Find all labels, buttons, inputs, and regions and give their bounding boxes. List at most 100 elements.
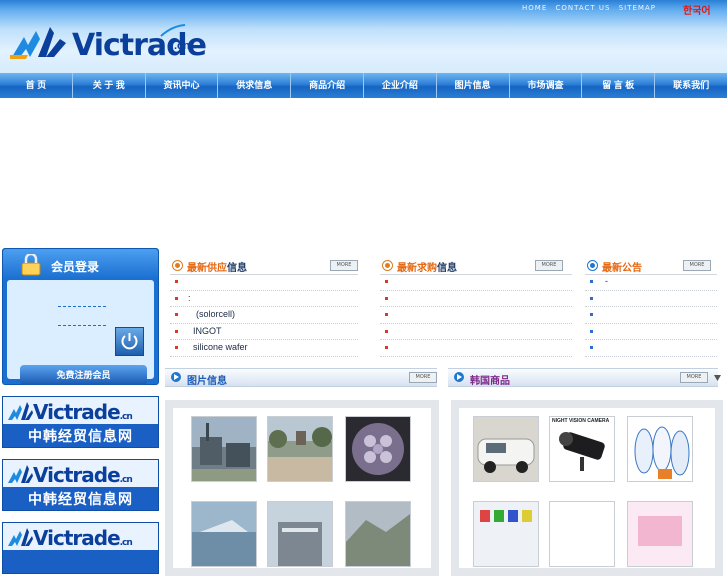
nav-about[interactable]: 关 于 我 — [73, 73, 146, 98]
product-thumbnail[interactable] — [473, 501, 539, 567]
list-item[interactable] — [380, 291, 572, 307]
supply-more-button[interactable]: MORE — [330, 260, 358, 271]
latest-demand-section: 最新求购信息 MORE — [380, 256, 572, 357]
bullet-icon — [385, 280, 388, 283]
bullet-icon — [385, 313, 388, 316]
bullet-icon — [590, 329, 593, 333]
nav-market-survey[interactable]: 市场调查 — [510, 73, 583, 98]
logo-suffix: .cn — [174, 40, 190, 52]
bullet-icon — [175, 313, 178, 316]
banner-subtitle: 中韩经贸信息网 — [28, 491, 133, 507]
list-item[interactable]: - — [585, 274, 717, 291]
bullet-icon — [590, 346, 593, 349]
nav-guestbook[interactable]: 留 言 板 — [582, 73, 656, 98]
bullet-icon — [382, 260, 393, 271]
photo-info-bar: 图片信息 MORE — [165, 368, 437, 387]
korean-language-link[interactable]: 한국어 — [683, 2, 711, 17]
supply-header: 最新供应信息 MORE — [170, 256, 358, 275]
photo-more-button[interactable]: MORE — [409, 372, 437, 383]
sidebar-banner-2[interactable]: Victrade.cn 中韩经贸信息网 — [2, 459, 159, 511]
photo-thumbnail[interactable] — [267, 416, 333, 482]
toys-photo — [474, 502, 538, 566]
bullet-icon — [590, 280, 593, 283]
photo-thumbnail[interactable] — [345, 501, 411, 567]
banner-logo-text: Victrade.cn — [33, 526, 133, 550]
bullet-icon — [175, 280, 178, 283]
factory-photo — [192, 417, 256, 481]
product-thumbnail[interactable] — [627, 501, 693, 567]
play-icon — [454, 372, 464, 382]
photo-thumbnail[interactable] — [191, 501, 257, 567]
photo-thumbnail[interactable] — [345, 416, 411, 482]
bullet-icon — [590, 296, 593, 300]
bullet-icon — [385, 346, 388, 349]
sidebar-banner-3[interactable]: Victrade.cn — [2, 522, 159, 574]
list-item[interactable] — [380, 274, 572, 291]
banner-logo-icon — [8, 465, 33, 483]
member-login-box: 会员登录 免费注册会员 — [2, 248, 159, 385]
product-thumbnail[interactable] — [549, 501, 615, 567]
list-item[interactable] — [585, 324, 717, 340]
photo-thumbnail[interactable] — [191, 416, 257, 482]
wall-photo — [346, 502, 410, 566]
bullet-icon — [175, 346, 178, 349]
nav-contact[interactable]: 联系我们 — [655, 73, 727, 98]
list-item[interactable]: : — [170, 291, 358, 307]
nav-companies[interactable]: 企业介绍 — [364, 73, 437, 98]
sitemap-link[interactable]: SITEMAP — [619, 4, 656, 12]
demand-title: 最新求购信息 — [397, 263, 457, 274]
nav-supply-demand[interactable]: 供求信息 — [218, 73, 292, 98]
username-input[interactable] — [58, 306, 106, 307]
main-nav: 首 页 关 于 我 资讯中心 供求信息 商品介绍 企业介绍 图片信息 市场调查 … — [0, 73, 727, 98]
home-link[interactable]: HOME — [522, 4, 547, 12]
list-item[interactable]: INGOT — [170, 324, 358, 340]
banner-logo-icon — [8, 528, 33, 546]
list-item[interactable] — [380, 340, 572, 357]
building-photo — [268, 502, 332, 566]
notice-more-button[interactable]: MORE — [683, 260, 711, 271]
contact-link[interactable]: CONTACT US — [555, 4, 610, 12]
list-item[interactable] — [585, 340, 717, 357]
product-thumbnail[interactable] — [627, 416, 693, 482]
logo-swoosh — [160, 24, 186, 37]
lock-icon — [21, 254, 41, 276]
banner-logo-text: Victrade.cn — [33, 400, 133, 424]
list-item[interactable] — [585, 307, 717, 324]
play-icon — [171, 372, 181, 382]
scroll-down-icon[interactable] — [713, 373, 722, 382]
korean-products-title: 韩国商品 — [470, 376, 510, 387]
register-button[interactable]: 免费注册会员 — [20, 365, 147, 385]
list-item[interactable] — [585, 291, 717, 307]
list-item[interactable] — [380, 324, 572, 340]
nav-news[interactable]: 资讯中心 — [146, 73, 219, 98]
photo-thumbnail[interactable] — [267, 501, 333, 567]
harbor-photo — [192, 502, 256, 566]
product-thumbnail[interactable]: NIGHT VISION CAMERA — [549, 416, 615, 482]
bullet-icon — [587, 260, 598, 271]
nav-products[interactable]: 商品介绍 — [291, 73, 364, 98]
demand-more-button[interactable]: MORE — [535, 260, 563, 271]
product-thumbnail[interactable] — [473, 416, 539, 482]
bullet-icon — [590, 313, 593, 316]
list-item[interactable] — [380, 307, 572, 324]
korea-more-button[interactable]: MORE — [680, 372, 708, 383]
banner-subtitle: 中韩经贸信息网 — [28, 428, 133, 444]
list-item[interactable]: silicone wafer — [170, 340, 358, 357]
site-header: HOME CONTACT US SITEMAP 한국어 Victrade .cn — [0, 0, 727, 73]
bullet-icon — [175, 329, 178, 333]
login-button[interactable] — [115, 327, 144, 356]
wafer-photo — [346, 417, 410, 481]
camera-caption: NIGHT VISION CAMERA — [552, 418, 610, 424]
slippers-photo — [628, 417, 692, 481]
banner-logo-text: Victrade.cn — [33, 463, 133, 487]
nav-home[interactable]: 首 页 — [0, 73, 73, 98]
list-item[interactable] — [170, 274, 358, 291]
latest-notice-section: 最新公告 MORE - — [585, 256, 717, 357]
demand-header: 最新求购信息 MORE — [380, 256, 572, 275]
password-input[interactable] — [58, 325, 106, 326]
list-item[interactable]: (solorcell) — [170, 307, 358, 324]
bullet-icon — [175, 296, 178, 300]
nav-photos[interactable]: 图片信息 — [437, 73, 510, 98]
banner-logo-icon — [8, 402, 33, 420]
sidebar-banner-1[interactable]: Victrade.cn 中韩经贸信息网 — [2, 396, 159, 448]
